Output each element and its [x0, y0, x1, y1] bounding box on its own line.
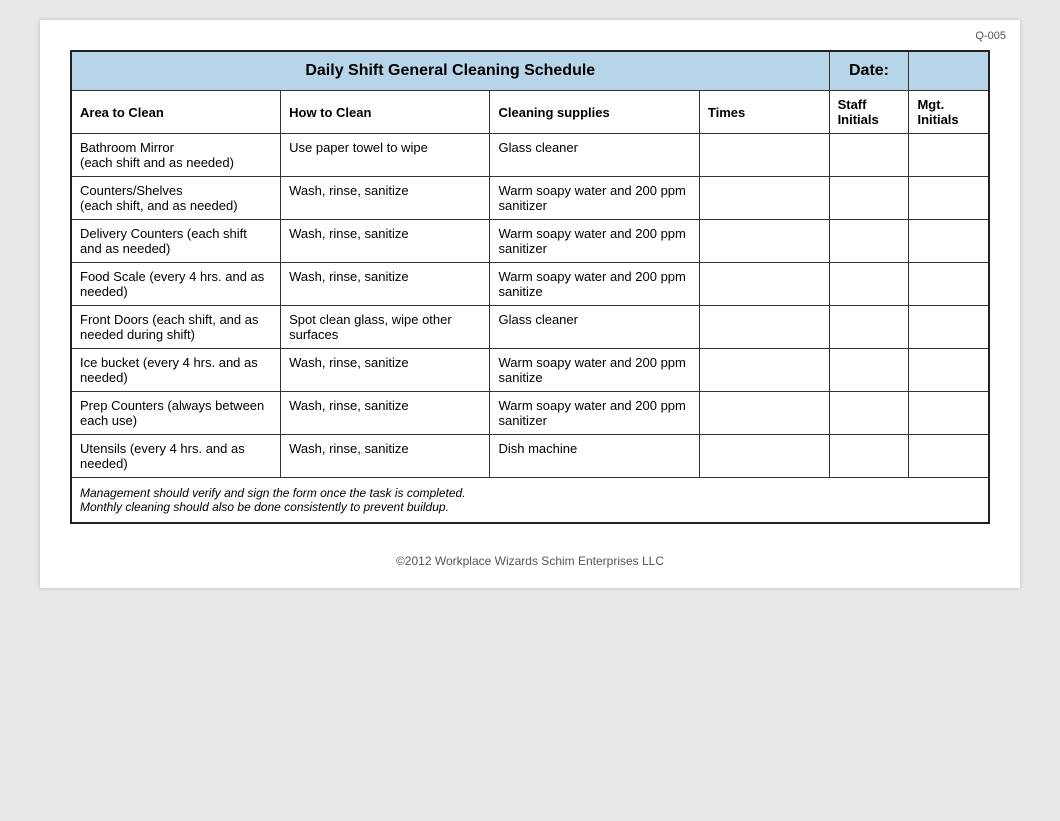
cell-area: Counters/Shelves(each shift, and as need…	[71, 177, 281, 220]
table-row: Prep Counters (always between each use)W…	[71, 392, 989, 435]
table-row: Food Scale (every 4 hrs. and as needed)W…	[71, 263, 989, 306]
cell-area: Front Doors (each shift, and as needed d…	[71, 306, 281, 349]
cell-mgt	[909, 435, 989, 478]
col-header-staff: Staff Initials	[829, 91, 909, 134]
cell-supplies: Glass cleaner	[490, 306, 699, 349]
cell-staff	[829, 134, 909, 177]
cell-area: Ice bucket (every 4 hrs. and as needed)	[71, 349, 281, 392]
cell-supplies: Glass cleaner	[490, 134, 699, 177]
cell-times	[699, 263, 829, 306]
cell-times	[699, 177, 829, 220]
cell-supplies: Dish machine	[490, 435, 699, 478]
cell-times	[699, 392, 829, 435]
cell-times	[699, 435, 829, 478]
cell-supplies: Warm soapy water and 200 ppm sanitizer	[490, 392, 699, 435]
cell-how: Wash, rinse, sanitize	[281, 220, 490, 263]
cell-times	[699, 220, 829, 263]
date-value	[909, 51, 989, 91]
cell-area: Prep Counters (always between each use)	[71, 392, 281, 435]
col-header-how: How to Clean	[281, 91, 490, 134]
notes-cell: Management should verify and sign the fo…	[71, 478, 989, 524]
cell-area: Delivery Counters (each shift and as nee…	[71, 220, 281, 263]
cell-staff	[829, 392, 909, 435]
cell-supplies: Warm soapy water and 200 ppm sanitizer	[490, 220, 699, 263]
cell-mgt	[909, 263, 989, 306]
document-page: Q-005 Daily Shift General Cleaning Sched…	[40, 20, 1020, 588]
cell-times	[699, 349, 829, 392]
table-row: Delivery Counters (each shift and as nee…	[71, 220, 989, 263]
cell-mgt	[909, 177, 989, 220]
table-title: Daily Shift General Cleaning Schedule	[71, 51, 829, 91]
table-row: Utensils (every 4 hrs. and as needed)Was…	[71, 435, 989, 478]
header-row: Area to Clean How to Clean Cleaning supp…	[71, 91, 989, 134]
table-row: Bathroom Mirror(each shift and as needed…	[71, 134, 989, 177]
cell-how: Wash, rinse, sanitize	[281, 392, 490, 435]
date-label: Date:	[829, 51, 909, 91]
cell-mgt	[909, 306, 989, 349]
col-header-area: Area to Clean	[71, 91, 281, 134]
cell-staff	[829, 435, 909, 478]
cell-how: Spot clean glass, wipe other surfaces	[281, 306, 490, 349]
cell-staff	[829, 306, 909, 349]
col-header-times: Times	[699, 91, 829, 134]
footer: ©2012 Workplace Wizards Schim Enterprise…	[70, 554, 990, 568]
cell-how: Wash, rinse, sanitize	[281, 435, 490, 478]
cell-how: Wash, rinse, sanitize	[281, 177, 490, 220]
cell-how: Wash, rinse, sanitize	[281, 349, 490, 392]
cell-supplies: Warm soapy water and 200 ppm sanitize	[490, 263, 699, 306]
cell-times	[699, 134, 829, 177]
cell-area: Bathroom Mirror(each shift and as needed…	[71, 134, 281, 177]
cell-mgt	[909, 392, 989, 435]
cell-area: Food Scale (every 4 hrs. and as needed)	[71, 263, 281, 306]
note-line-1: Management should verify and sign the fo…	[80, 486, 980, 500]
cell-staff	[829, 349, 909, 392]
cell-times	[699, 306, 829, 349]
notes-row: Management should verify and sign the fo…	[71, 478, 989, 524]
table-row: Ice bucket (every 4 hrs. and as needed)W…	[71, 349, 989, 392]
note-line-2: Monthly cleaning should also be done con…	[80, 500, 980, 514]
title-row: Daily Shift General Cleaning Schedule Da…	[71, 51, 989, 91]
table-row: Counters/Shelves(each shift, and as need…	[71, 177, 989, 220]
cell-mgt	[909, 349, 989, 392]
col-header-mgt: Mgt. Initials	[909, 91, 989, 134]
cell-staff	[829, 263, 909, 306]
cell-how: Use paper towel to wipe	[281, 134, 490, 177]
cell-staff	[829, 177, 909, 220]
table-body: Bathroom Mirror(each shift and as needed…	[71, 134, 989, 478]
cell-area: Utensils (every 4 hrs. and as needed)	[71, 435, 281, 478]
cell-how: Wash, rinse, sanitize	[281, 263, 490, 306]
cell-staff	[829, 220, 909, 263]
cell-supplies: Warm soapy water and 200 ppm sanitizer	[490, 177, 699, 220]
document-id: Q-005	[975, 30, 1006, 42]
col-header-supplies: Cleaning supplies	[490, 91, 699, 134]
cell-mgt	[909, 220, 989, 263]
cell-supplies: Warm soapy water and 200 ppm sanitize	[490, 349, 699, 392]
cleaning-schedule-table: Daily Shift General Cleaning Schedule Da…	[70, 50, 990, 524]
cell-mgt	[909, 134, 989, 177]
table-row: Front Doors (each shift, and as needed d…	[71, 306, 989, 349]
